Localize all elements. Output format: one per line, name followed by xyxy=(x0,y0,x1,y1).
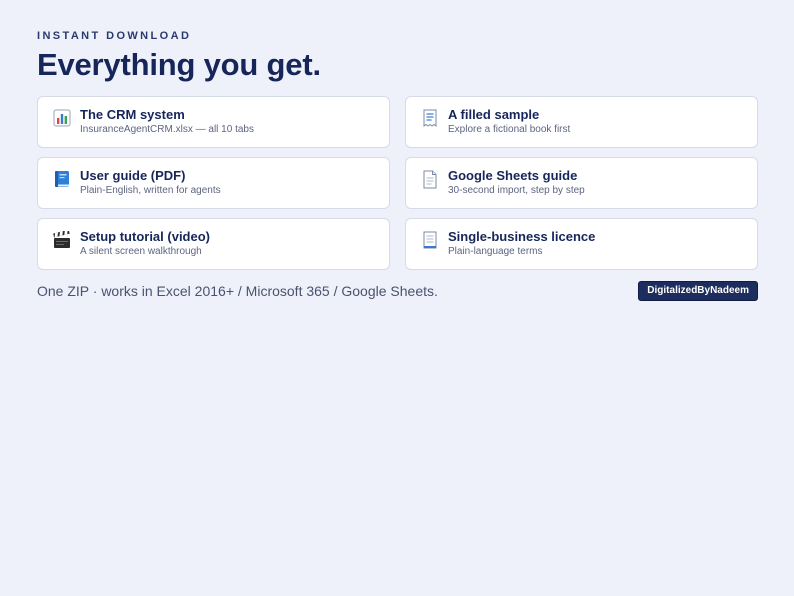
item-label: Setup tutorial (video) xyxy=(80,229,210,244)
item-label: User guide (PDF) xyxy=(80,168,186,183)
item-description: InsuranceAgentCRM.xlsx — all 10 tabs xyxy=(80,124,254,135)
item-card-google-sheets-guide: Google Sheets guide 30-second import, st… xyxy=(405,157,758,209)
blue-book-icon xyxy=(52,169,72,189)
item-card-setup-tutorial: Setup tutorial (video) A silent screen w… xyxy=(37,218,390,270)
receipt-icon xyxy=(420,108,440,128)
item-card-licence: Single-business licence Plain-language t… xyxy=(405,218,758,270)
item-label: A filled sample xyxy=(448,107,540,122)
brand-badge: DigitalizedByNadeem xyxy=(638,281,758,301)
page-icon xyxy=(420,169,440,189)
item-description: Plain-language terms xyxy=(448,246,543,257)
clapper-board-icon xyxy=(52,230,72,250)
item-card-filled-sample: A filled sample Explore a fictional book… xyxy=(405,96,758,148)
footer: One ZIP · works in Excel 2016+ / Microso… xyxy=(37,281,758,303)
item-description: 30-second import, step by step xyxy=(448,185,585,196)
bar-chart-icon xyxy=(52,108,72,128)
page-title: Everything you get. xyxy=(37,47,321,82)
item-label: Google Sheets guide xyxy=(448,168,578,183)
eyebrow-label: INSTANT DOWNLOAD xyxy=(37,30,192,42)
item-description: Plain-English, written for agents xyxy=(80,185,221,196)
document-icon xyxy=(420,230,440,250)
items-grid: The CRM system InsuranceAgentCRM.xlsx — … xyxy=(37,96,758,270)
item-label: Single-business licence xyxy=(448,229,596,244)
item-card-crm-system: The CRM system InsuranceAgentCRM.xlsx — … xyxy=(37,96,390,148)
item-description: A silent screen walkthrough xyxy=(80,246,202,257)
item-description: Explore a fictional book first xyxy=(448,124,571,135)
page: INSTANT DOWNLOAD Everything you get. The… xyxy=(37,30,758,303)
item-card-user-guide: User guide (PDF) Plain-English, written … xyxy=(37,157,390,209)
item-label: The CRM system xyxy=(80,107,185,122)
